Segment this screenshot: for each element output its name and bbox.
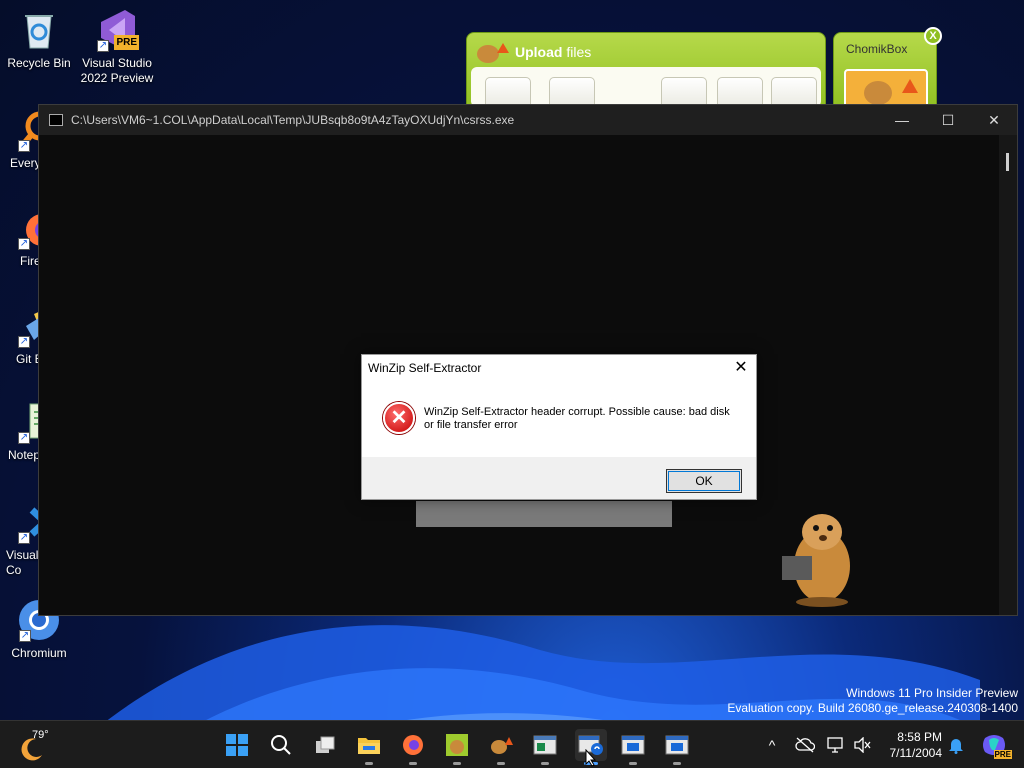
taskbar-file-explorer[interactable] xyxy=(353,729,385,765)
volume-muted-icon[interactable] xyxy=(852,735,872,755)
extraction-progress-bar xyxy=(416,501,672,527)
watermark-build: Evaluation copy. Build 26080.ge_release.… xyxy=(727,701,1018,715)
watermark-edition: Windows 11 Pro Insider Preview xyxy=(846,686,1018,700)
notification-bell-icon[interactable] xyxy=(946,735,966,755)
shortcut-arrow-icon: ↗ xyxy=(19,630,31,642)
windows-watermark: Windows 11 Pro Insider Preview Evaluatio… xyxy=(727,686,1018,716)
running-indicator xyxy=(453,762,461,765)
upload-button-tray xyxy=(471,67,821,117)
winzip-error-dialog[interactable]: WinZip Self-Extractor ✕ ✕ WinZip Self-Ex… xyxy=(361,354,757,500)
shortcut-arrow-icon: ↗ xyxy=(18,532,30,544)
chomikbox-hamster-icon[interactable] xyxy=(844,69,928,109)
file-explorer-icon xyxy=(358,738,380,754)
scrollbar-thumb[interactable] xyxy=(1006,153,1009,171)
shortcut-arrow-icon: ↗ xyxy=(18,432,30,444)
window-icon xyxy=(665,735,689,755)
pre-badge: PRE xyxy=(114,35,139,50)
dialog-title: WinZip Self-Extractor xyxy=(368,361,482,375)
chomikbox-upload-panel[interactable]: Upload files xyxy=(466,32,826,117)
chomikbox-panel[interactable]: ChomikBox X xyxy=(833,27,942,112)
window-icon xyxy=(533,735,557,755)
task-view-icon xyxy=(316,736,335,753)
console-app-icon xyxy=(49,114,63,126)
firefox-icon xyxy=(403,735,423,755)
upload-title: Upload files xyxy=(515,44,592,60)
chomikbox-icon xyxy=(446,734,468,756)
copilot-button[interactable]: PRE xyxy=(978,729,1012,761)
shortcut-arrow-icon: ↗ xyxy=(97,40,109,52)
running-indicator xyxy=(365,762,373,765)
console-title: C:\Users\VM6~1.COL\AppData\Local\Temp\JU… xyxy=(71,113,515,127)
task-view-button[interactable] xyxy=(309,729,341,761)
taskbar-window-2[interactable] xyxy=(617,729,649,765)
display-icon[interactable] xyxy=(826,735,846,755)
shortcut-arrow-icon: ↗ xyxy=(18,140,30,152)
recycle-bin-icon xyxy=(17,8,61,52)
cloud-offline-icon[interactable] xyxy=(795,735,815,755)
chomikbox-close-button[interactable]: X xyxy=(924,27,942,45)
clock-date: 7/11/2004 xyxy=(889,746,943,760)
dialog-footer: OK xyxy=(362,457,756,499)
window-icon xyxy=(621,735,645,755)
hamster-mascot-icon[interactable] xyxy=(778,498,858,608)
minimize-button[interactable]: — xyxy=(879,105,925,135)
weather-temperature: 79° xyxy=(32,729,49,741)
error-icon: ✕ xyxy=(383,402,415,434)
running-indicator xyxy=(541,762,549,765)
console-scrollbar[interactable] xyxy=(999,135,1017,615)
running-indicator xyxy=(629,762,637,765)
running-indicator xyxy=(497,762,505,765)
chomikbox-upload-icon xyxy=(491,737,513,754)
clock-time: 8:58 PM xyxy=(897,730,942,744)
desktop-icon-recycle-bin[interactable]: Recycle Bin xyxy=(1,8,77,71)
taskbar-chomikbox-upload[interactable] xyxy=(485,729,517,765)
taskbar: 79° ^ 8:58 PM 7/11/2004 PRE xyxy=(0,720,1024,768)
error-message: WinZip Self-Extractor header corrupt. Po… xyxy=(424,406,730,431)
hamster-upload-icon xyxy=(475,39,509,65)
search-button[interactable] xyxy=(265,729,297,761)
mouse-cursor-icon xyxy=(585,749,597,767)
desktop-icon-label: Visual Studio 2022 Preview xyxy=(80,56,154,85)
tray-overflow-chevron-icon[interactable]: ^ xyxy=(762,735,782,755)
start-button[interactable] xyxy=(221,729,253,761)
pre-badge: PRE xyxy=(993,750,1012,759)
taskbar-chomikbox[interactable] xyxy=(441,729,473,765)
close-button[interactable]: ✕ xyxy=(971,105,1017,135)
dialog-body: ✕ WinZip Self-Extractor header corrupt. … xyxy=(362,381,756,459)
taskbar-window-1[interactable] xyxy=(529,729,561,765)
desktop-icon-visual-studio[interactable]: PRE ↗ Visual Studio 2022 Preview xyxy=(78,8,156,86)
chomikbox-title: ChomikBox xyxy=(846,42,908,56)
dialog-titlebar[interactable]: WinZip Self-Extractor ✕ xyxy=(362,355,756,381)
search-icon xyxy=(271,735,291,755)
visual-studio-icon: PRE ↗ xyxy=(95,8,139,52)
windows-start-icon xyxy=(226,734,248,756)
dialog-close-button[interactable]: ✕ xyxy=(726,355,756,381)
desktop-icon-label: Chromium xyxy=(11,646,67,660)
taskbar-clock[interactable]: 8:58 PM 7/11/2004 xyxy=(876,729,943,761)
taskbar-firefox[interactable] xyxy=(397,729,429,765)
console-titlebar[interactable]: C:\Users\VM6~1.COL\AppData\Local\Temp\JU… xyxy=(39,105,1017,135)
shortcut-arrow-icon: ↗ xyxy=(18,238,30,250)
running-indicator xyxy=(409,762,417,765)
ok-button[interactable]: OK xyxy=(666,469,742,493)
desktop-icon-label: Recycle Bin xyxy=(7,56,71,70)
running-indicator xyxy=(673,762,681,765)
taskbar-window-3[interactable] xyxy=(661,729,693,765)
desktop-icon-label: Visual Co xyxy=(6,548,39,577)
shortcut-arrow-icon: ↗ xyxy=(18,336,30,348)
maximize-button[interactable]: ☐ xyxy=(925,105,971,135)
